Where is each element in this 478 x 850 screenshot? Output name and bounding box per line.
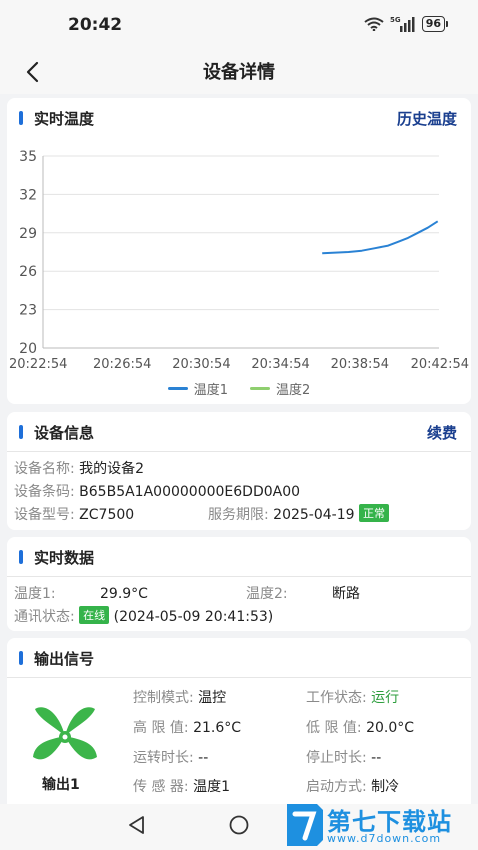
y-tick-label: 32 <box>19 187 37 203</box>
battery-level: 96 <box>421 16 445 32</box>
service-status-badge: 正常 <box>359 504 389 522</box>
card-header: 设备信息 续费 <box>7 412 471 452</box>
temp2-label: 温度2: <box>246 586 288 602</box>
history-temp-link[interactable]: 历史温度 <box>397 108 457 129</box>
battery-icon: 96 <box>421 16 448 32</box>
fan-icon[interactable] <box>25 701 105 775</box>
watermark-logo-icon <box>283 800 327 850</box>
temp2-row: 温度2: 断路 <box>246 583 360 603</box>
work-status-label: 工作状态: <box>306 690 367 706</box>
page-title: 设备详情 <box>203 62 275 83</box>
card-title: 设备信息 <box>34 424 95 442</box>
x-tick-label: 20:26:54 <box>93 357 151 372</box>
realtime-temp-card: 实时温度 历史温度 35 32 29 26 23 20 20:22:54 20:26:54 20… <box>7 98 471 404</box>
high-limit-label: 高 限 值: <box>133 720 189 736</box>
device-model-row: 设备型号: ZC7500 <box>14 504 134 524</box>
status-time: 20:42 <box>68 15 123 35</box>
signal-icon: 5G <box>390 16 416 32</box>
work-status-row: 工作状态: 运行 <box>306 687 399 707</box>
x-tick-label: 20:30:54 <box>172 357 230 372</box>
stop-duration-label: 停止时长: <box>306 750 367 766</box>
legend-swatch <box>250 387 270 390</box>
temp-line-chart: 35 32 29 26 23 2020:22:54 20:26:54 20:30:54 20:3… <box>9 149 469 372</box>
legend-label: 温度2 <box>276 383 311 398</box>
comm-status-badge: 在线 <box>79 606 110 624</box>
network-type: 5G <box>390 16 401 24</box>
y-tick-label: 20 <box>19 341 37 357</box>
x-tick-label: 20:34:54 <box>251 357 309 372</box>
chart-legend: 温度1 温度2 <box>7 379 471 398</box>
card-title: 实时数据 <box>34 549 95 567</box>
legend-label: 温度1 <box>193 383 228 398</box>
start-mode-label: 启动方式: <box>306 779 367 795</box>
start-mode-row: 启动方式: 制冷 <box>306 776 399 796</box>
card-title: 输出信号 <box>34 650 95 668</box>
legend-swatch <box>167 387 188 390</box>
stop-duration-value: -- <box>371 750 382 766</box>
start-mode-value: 制冷 <box>371 779 400 795</box>
temp1-label: 温度1: <box>14 586 56 602</box>
stop-duration-row: 停止时长: -- <box>306 747 381 767</box>
x-tick-label: 20:38:54 <box>331 357 389 372</box>
device-model-value: ZC7500 <box>79 507 135 523</box>
card-header: 输出信号 <box>7 638 471 678</box>
run-duration-label: 运转时长: <box>133 750 194 766</box>
comm-status-row: 通讯状态: 在线 (2024-05-09 20:41:53) <box>14 606 273 626</box>
legend-item[interactable]: 温度1 <box>167 379 228 398</box>
watermark-url: www.d7down.com <box>327 832 442 845</box>
device-code-value: B65B5A1A00000000E6DD0A00 <box>79 484 301 500</box>
status-bar: 20:42 5G 96 <box>0 0 478 50</box>
service-term-row: 服务期限: 2025-04-19 正常 <box>208 504 389 524</box>
device-name-label: 设备名称: <box>14 461 75 477</box>
run-duration-value: -- <box>198 750 209 766</box>
realtime-data-card: 实时数据 温度1: 29.9°C 温度2: 断路 通讯状态: 在线 (2024-05… <box>7 537 471 631</box>
low-limit-row: 低 限 值: 20.0°C <box>306 717 414 737</box>
device-name-value: 我的设备2 <box>79 461 145 477</box>
mode-label: 控制模式: <box>133 690 194 706</box>
device-info-card: 设备信息 续费 设备名称: 我的设备2 设备条码: B65B5A1A000000… <box>7 412 471 530</box>
temp1-row: 温度1: 29.9°C <box>14 583 148 603</box>
x-tick-label: 20:22:54 <box>9 357 67 372</box>
comm-status-label: 通讯状态: <box>14 609 75 625</box>
card-header: 实时数据 <box>7 537 471 577</box>
work-status-value: 运行 <box>371 690 400 706</box>
comm-time: (2024-05-09 20:41:53) <box>113 609 274 625</box>
y-tick-label: 23 <box>19 303 37 319</box>
service-term-value: 2025-04-19 <box>273 507 355 523</box>
device-code-label: 设备条码: <box>14 484 75 500</box>
nav-bar: 设备详情 <box>0 50 478 94</box>
x-tick-label: 20:42:54 <box>411 357 469 372</box>
device-code-row: 设备条码: B65B5A1A00000000E6DD0A00 <box>14 481 300 501</box>
mode-value: 温控 <box>198 690 227 706</box>
high-limit-row: 高 限 值: 21.6°C <box>133 717 241 737</box>
high-limit-value: 21.6°C <box>193 720 242 736</box>
low-limit-label: 低 限 值: <box>306 720 362 736</box>
nav-back-icon[interactable] <box>126 814 148 840</box>
legend-item[interactable]: 温度2 <box>250 379 310 398</box>
nav-home-icon[interactable] <box>228 814 250 840</box>
output-name: 输出1 <box>42 777 80 793</box>
card-title: 实时温度 <box>34 110 95 128</box>
y-tick-label: 35 <box>19 149 37 165</box>
renew-link[interactable]: 续费 <box>427 422 457 443</box>
mode-row: 控制模式: 温控 <box>133 687 226 707</box>
device-model-label: 设备型号: <box>14 507 75 523</box>
output-signal-card: 输出信号 输出1 控制模式: 温控 工作状态: 运行 高 限 值: 21.6°C… <box>7 638 471 804</box>
y-tick-label: 29 <box>19 226 37 242</box>
sensor-value: 温度1 <box>193 779 230 795</box>
status-icons: 5G 96 <box>364 16 448 32</box>
run-duration-row: 运转时长: -- <box>133 747 208 767</box>
wifi-icon <box>364 17 384 31</box>
temp1-value: 29.9°C <box>100 586 148 602</box>
y-tick-label: 26 <box>19 264 37 280</box>
watermark: 第七下载站 www.d7down.com <box>283 800 478 850</box>
sensor-row: 传 感 器: 温度1 <box>133 776 230 796</box>
device-name-row: 设备名称: 我的设备2 <box>14 458 144 478</box>
temp2-value: 断路 <box>332 586 360 602</box>
card-header: 实时温度 历史温度 <box>7 98 471 138</box>
sensor-label: 传 感 器: <box>133 779 189 795</box>
series-line-温度1 <box>322 220 439 255</box>
service-term-label: 服务期限: <box>208 507 269 523</box>
low-limit-value: 20.0°C <box>366 720 415 736</box>
